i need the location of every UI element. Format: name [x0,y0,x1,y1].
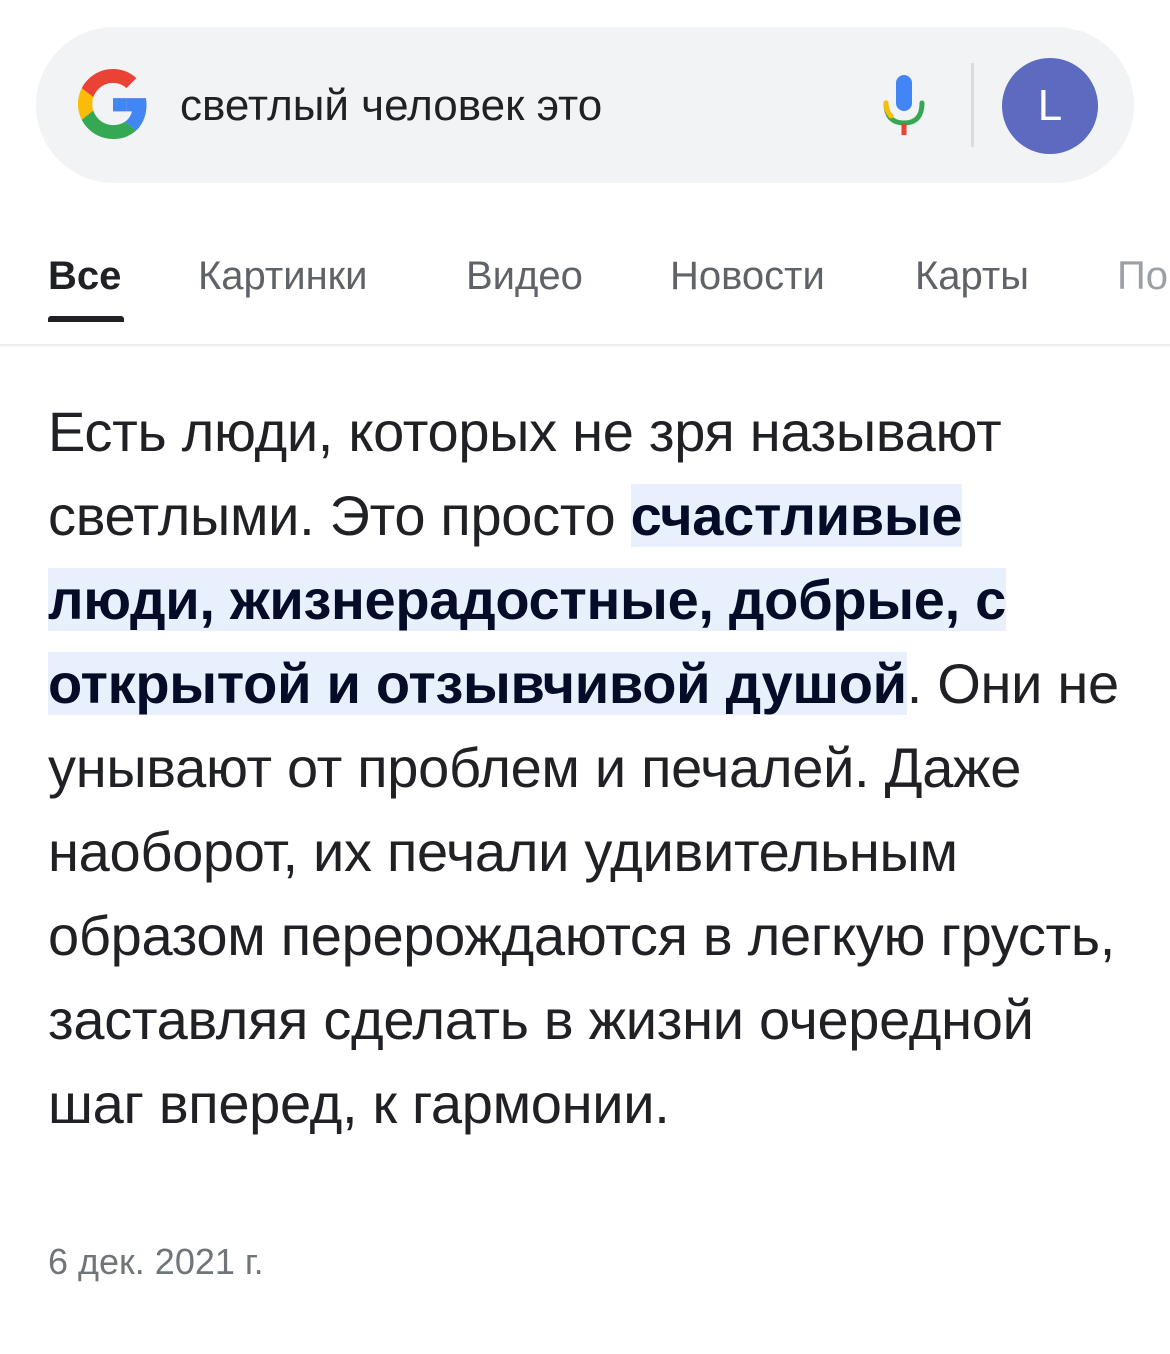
active-tab-indicator [48,316,124,322]
google-results-page: L Все Картинки Видео Новости Карты По Ес… [0,0,1170,1354]
microphone-icon[interactable] [882,75,926,137]
tab-video[interactable]: Видео [466,252,583,300]
tab-images[interactable]: Картинки [198,252,368,300]
tab-all[interactable]: Все [48,252,121,300]
tab-news[interactable]: Новости [670,252,825,300]
tabs-divider [0,344,1170,347]
tab-maps[interactable]: Карты [915,252,1029,300]
tab-more[interactable]: По [1117,252,1168,300]
avatar[interactable]: L [1002,58,1098,154]
google-g-icon[interactable] [78,69,148,139]
featured-snippet-text: Есть люди, которых не зря называют светл… [48,390,1138,1146]
snippet-text-after: . Они не унывают от проблем и печалей. Д… [48,652,1119,1135]
search-divider [971,63,974,147]
search-input[interactable] [180,82,840,130]
snippet-date: 6 дек. 2021 г. [48,1241,264,1282]
search-tabs: Все Картинки Видео Новости Карты По [0,226,1170,344]
